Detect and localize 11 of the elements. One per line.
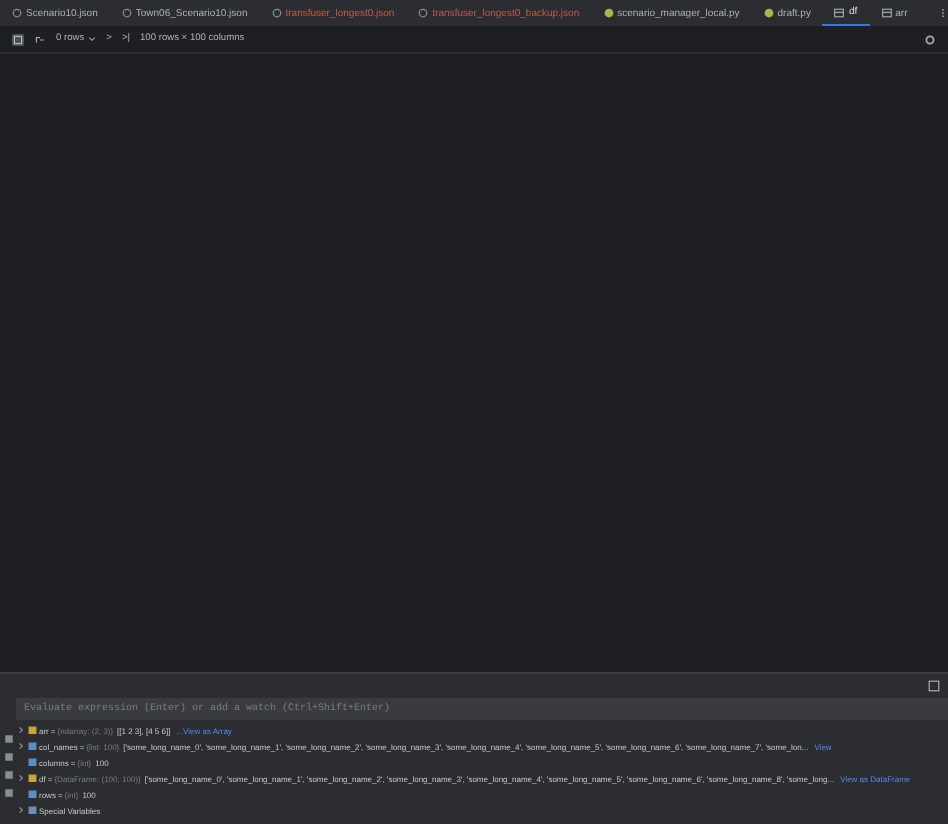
field-icon [28,789,37,799]
layout-icon[interactable] [928,680,940,692]
table-view-icon[interactable] [12,33,24,45]
table-icon [881,8,892,18]
chevron-down-icon[interactable] [88,36,97,42]
field-icon [28,757,37,767]
python-icon [603,8,614,18]
table-icon [834,7,845,17]
variable-icon [28,773,37,783]
variable-icon [28,805,37,815]
python-icon [763,8,774,18]
